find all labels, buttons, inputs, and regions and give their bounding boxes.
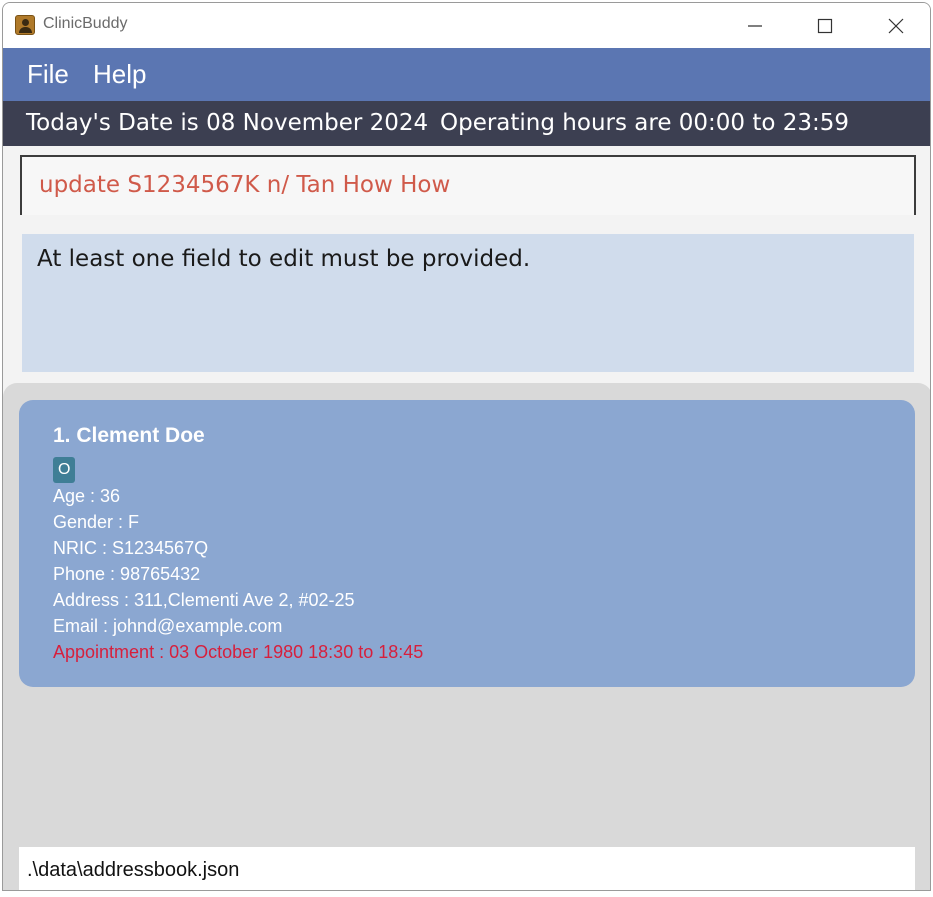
command-input[interactable]: update S1234567K n/ Tan How How [20,155,916,215]
data-file-path-box: .\data\addressbook.json [19,847,915,890]
today-date: Today's Date is 08 November 2024 [26,110,429,136]
close-button[interactable] [873,3,919,48]
patient-gender: Gender : F [53,512,140,532]
result-display: At least one field to edit must be provi… [22,234,914,372]
patient-card[interactable]: 1. Clement Doe O Age : 36 Gender : F NRI… [19,400,915,687]
window-title: ClinicBuddy [43,15,128,32]
patient-email: Email : johnd@example.com [53,616,283,636]
minimize-button[interactable] [732,3,778,48]
patient-phone: Phone : 98765432 [53,564,201,584]
app-window: ClinicBuddy File Help Today's Date is 08… [2,2,931,891]
operating-hours: Operating hours are 00:00 to 23:59 [440,110,850,136]
patient-tag: O [53,457,76,483]
app-logo-icon [15,15,35,35]
menu-help[interactable]: Help [93,59,146,90]
result-message: At least one field to edit must be provi… [37,246,531,272]
menu-file[interactable]: File [27,59,69,90]
command-input-value: update S1234567K n/ Tan How How [39,172,451,198]
title-bar[interactable]: ClinicBuddy [3,3,930,48]
maximize-button[interactable] [802,3,848,48]
status-bar: Today's Date is 08 November 2024 Operati… [3,101,930,146]
patient-age: Age : 36 [53,486,121,506]
menu-bar: File Help [3,48,930,101]
minimize-icon [748,25,762,27]
patient-address: Address : 311,Clementi Ave 2, #02-25 [53,590,355,610]
close-icon [888,18,904,34]
status-footer: .\data\addressbook.json [3,843,930,890]
patient-name: 1. Clement Doe [53,424,205,447]
patient-appointment: Appointment : 03 October 1980 18:30 to 1… [53,642,424,662]
patient-nric: NRIC : S1234567Q [53,538,209,558]
data-file-path: .\data\addressbook.json [27,859,240,881]
maximize-icon [817,18,833,34]
patient-list[interactable]: 1. Clement Doe O Age : 36 Gender : F NRI… [3,383,930,843]
